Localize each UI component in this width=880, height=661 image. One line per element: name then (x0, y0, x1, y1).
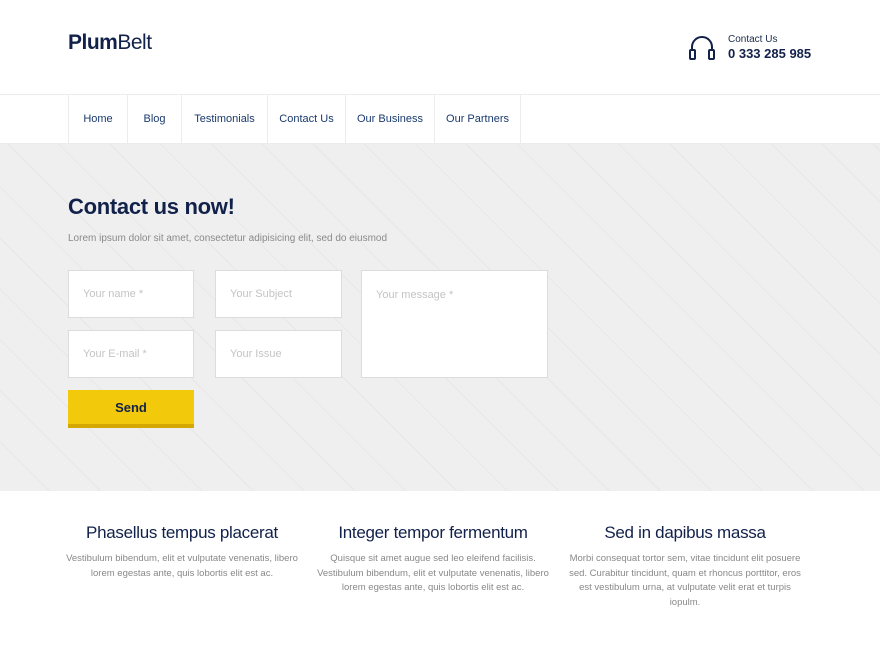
site-header: PlumBelt Contact Us 0 333 285 985 (0, 0, 880, 95)
issue-input[interactable] (215, 330, 342, 378)
feature-card: Integer tempor fermentum Quisque sit ame… (313, 523, 553, 596)
feature-text: Morbi consequat tortor sem, vitae tincid… (569, 553, 801, 608)
features-section: Phasellus tempus placerat Vestibulum bib… (0, 491, 880, 661)
nav-item-blog[interactable]: Blog (128, 95, 182, 143)
feature-card: Phasellus tempus placerat Vestibulum bib… (62, 523, 302, 581)
name-input[interactable] (68, 270, 194, 318)
feature-card: Sed in dapibus massa Morbi consequat tor… (565, 523, 805, 610)
message-textarea[interactable] (361, 270, 548, 378)
contact-label: Contact Us (728, 34, 778, 45)
email-input[interactable] (68, 330, 194, 378)
main-nav: Home Blog Testimonials Contact Us Our Bu… (0, 95, 880, 144)
site-logo[interactable]: PlumBelt (68, 31, 152, 55)
contact-phone[interactable]: 0 333 285 985 (728, 46, 811, 61)
feature-title: Integer tempor fermentum (338, 523, 528, 542)
feature-text: Quisque sit amet augue sed leo eleifend … (317, 553, 549, 593)
feature-title: Phasellus tempus placerat (86, 523, 278, 542)
contact-title: Contact us now! (68, 194, 235, 219)
send-button[interactable]: Send (68, 390, 194, 428)
headphones-icon (688, 35, 716, 61)
nav-list: Home Blog Testimonials Contact Us Our Bu… (68, 95, 521, 143)
logo-light: Belt (117, 31, 152, 54)
nav-item-home[interactable]: Home (69, 95, 128, 143)
nav-item-our-business[interactable]: Our Business (346, 95, 435, 143)
logo-bold: Plum (68, 31, 118, 54)
contact-section: Contact us now! Lorem ipsum dolor sit am… (0, 144, 880, 491)
feature-title: Sed in dapibus massa (604, 523, 766, 542)
contact-text: Contact Us 0 333 285 985 (728, 34, 811, 61)
nav-item-testimonials[interactable]: Testimonials (182, 95, 268, 143)
nav-item-contact-us[interactable]: Contact Us (268, 95, 346, 143)
nav-item-our-partners[interactable]: Our Partners (435, 95, 521, 143)
subject-input[interactable] (215, 270, 342, 318)
header-contact: Contact Us 0 333 285 985 (688, 34, 811, 61)
feature-text: Vestibulum bibendum, elit et vulputate v… (66, 553, 298, 579)
contact-lead: Lorem ipsum dolor sit amet, consectetur … (68, 233, 388, 244)
